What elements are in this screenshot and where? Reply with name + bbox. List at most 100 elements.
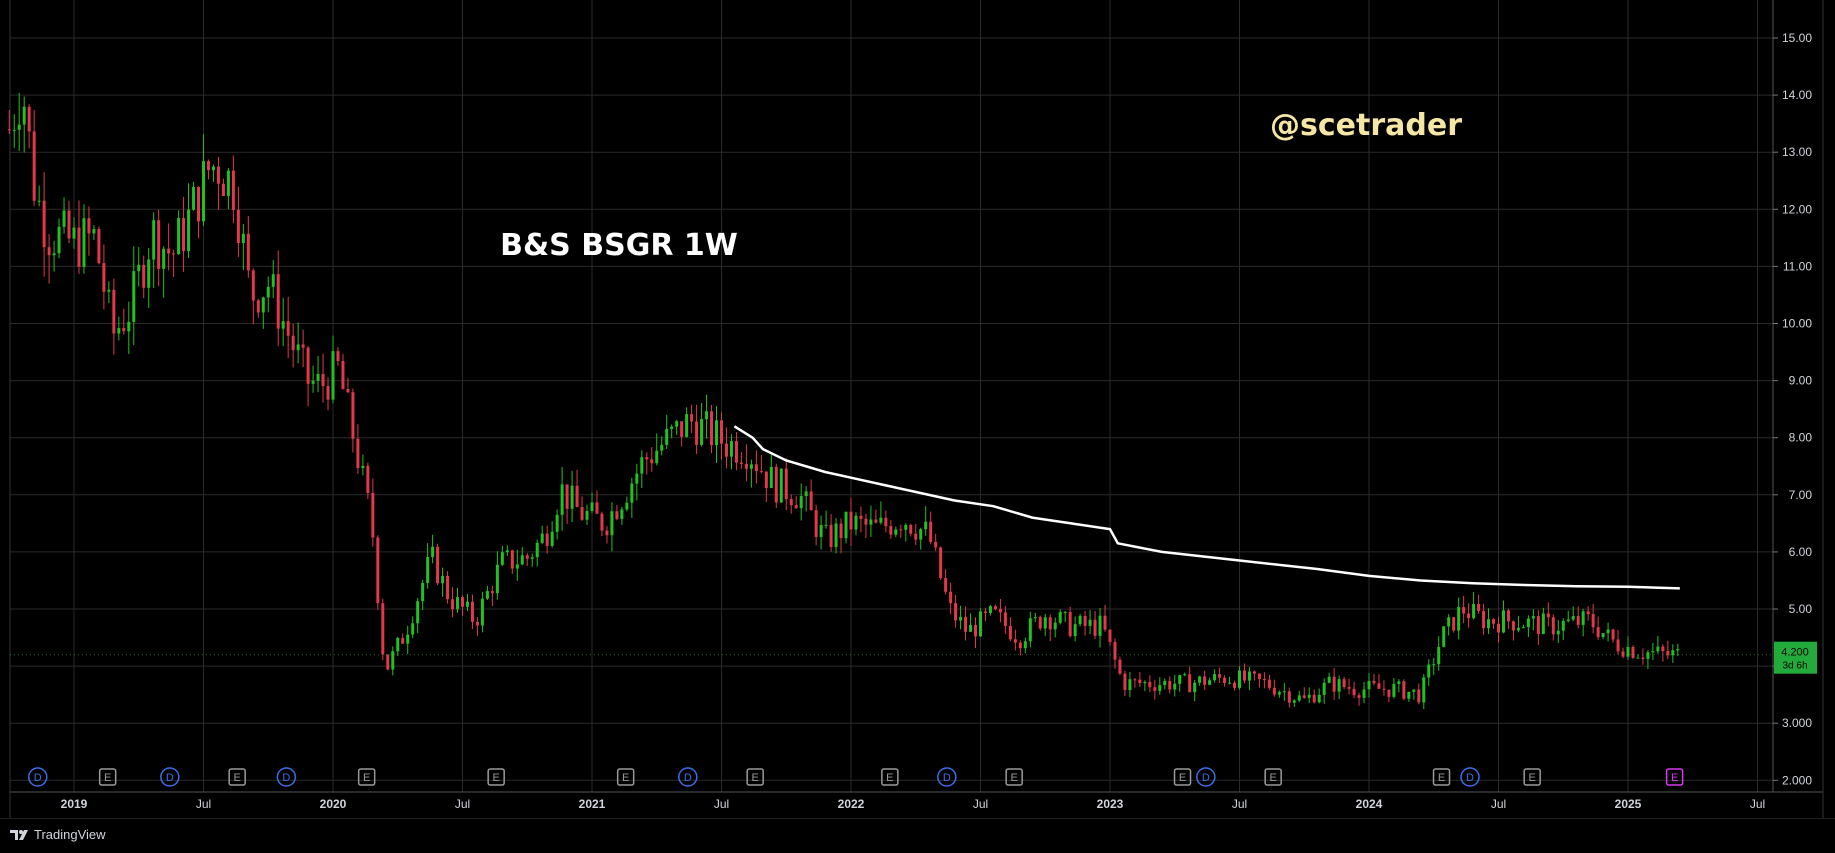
- candle-body: [336, 351, 340, 362]
- candle-body: [1297, 695, 1301, 701]
- price-tick-label: 15.00: [1782, 31, 1812, 45]
- candle-body: [1277, 692, 1281, 695]
- candle-body: [690, 414, 694, 422]
- candle-body: [1193, 682, 1197, 693]
- candle-body: [426, 557, 430, 583]
- candle-body: [1143, 681, 1147, 684]
- candle-body: [1188, 674, 1192, 693]
- candle-body: [182, 218, 186, 252]
- candle-body: [167, 248, 171, 254]
- candle-body: [655, 450, 659, 464]
- candle-body: [331, 351, 335, 400]
- earnings-marker-label: E: [104, 772, 111, 784]
- candle-body: [416, 601, 420, 624]
- candle-body: [894, 529, 898, 535]
- candle-body: [386, 654, 390, 670]
- candle-body: [769, 467, 773, 489]
- candle-body: [1262, 679, 1266, 681]
- candle-body: [421, 582, 425, 602]
- price-tick-label: 9.00: [1789, 374, 1813, 388]
- candle-body: [1068, 611, 1072, 637]
- candle-body: [844, 511, 848, 539]
- candle-body: [381, 603, 385, 655]
- candle-body: [1482, 610, 1486, 629]
- time-tick-label: 2025: [1615, 797, 1642, 811]
- candle-body: [495, 564, 499, 594]
- candle-body: [789, 499, 793, 506]
- time-tick-label: 2021: [579, 797, 606, 811]
- candle-body: [804, 491, 808, 497]
- candle-body: [1641, 657, 1645, 659]
- candle-body: [1556, 630, 1560, 635]
- candle-body: [47, 247, 51, 256]
- candle-body: [1671, 650, 1675, 656]
- candle-body: [1218, 674, 1222, 678]
- candle-body: [1337, 679, 1341, 692]
- candle-body: [1596, 627, 1600, 638]
- candle-body: [1566, 619, 1570, 622]
- candle-body: [132, 271, 136, 322]
- candle-body: [1656, 646, 1660, 652]
- candle-body: [246, 233, 250, 271]
- candle-body: [142, 264, 146, 288]
- earnings-marker-label: E: [622, 772, 629, 784]
- candle-body: [1636, 657, 1640, 659]
- price-tick-label: 8.00: [1789, 431, 1813, 445]
- candle-body: [1093, 619, 1097, 636]
- candle-body: [356, 438, 360, 468]
- candle-body: [685, 414, 689, 437]
- candle-body: [62, 210, 66, 227]
- candle-body: [17, 124, 21, 130]
- candle-body: [1003, 612, 1007, 626]
- candle-body: [391, 651, 395, 670]
- earnings-marker-label: E: [1528, 772, 1535, 784]
- candle-body: [411, 623, 415, 635]
- price-chart[interactable]: 15.00 14.00 13.00 12.00 11.00 10.00 9.00 8.00 7.…: [0, 0, 1835, 818]
- candle-body: [1023, 641, 1027, 649]
- candle-body: [1352, 688, 1356, 696]
- candle-body: [1228, 682, 1232, 684]
- candle-body: [197, 187, 201, 222]
- candle-body: [520, 555, 524, 565]
- candle-body: [710, 411, 714, 446]
- candle-body: [1317, 694, 1321, 703]
- candle-body: [351, 392, 355, 439]
- dividend-marker-label: D: [34, 772, 42, 784]
- candle-body: [1083, 615, 1087, 626]
- candle-body: [1173, 683, 1177, 690]
- candle-body: [889, 526, 893, 535]
- tradingview-brand[interactable]: TradingView: [10, 827, 106, 842]
- candle-body: [670, 426, 674, 429]
- candle-body: [874, 519, 878, 523]
- candle-body: [7, 129, 11, 131]
- candle-body: [1153, 687, 1157, 691]
- author-watermark: @scetrader: [1270, 108, 1462, 143]
- candle-body: [759, 471, 763, 473]
- candle-body: [675, 421, 679, 427]
- price-tick-label: 2.000: [1782, 773, 1812, 787]
- time-tick-label: Jul: [1491, 797, 1506, 811]
- candle-body: [281, 321, 285, 329]
- candle-body: [700, 419, 704, 445]
- candle-body: [929, 521, 933, 542]
- candle-body: [1247, 671, 1251, 681]
- candle-body: [859, 515, 863, 519]
- candle-body: [1606, 629, 1610, 634]
- candle-body: [42, 200, 46, 248]
- candle-body: [306, 347, 310, 384]
- candle-body: [983, 611, 987, 613]
- candle-body: [1178, 675, 1182, 684]
- candle-body: [794, 505, 798, 509]
- candle-body: [107, 289, 111, 292]
- candle-body: [1357, 695, 1361, 698]
- candle-body: [1372, 680, 1376, 684]
- candle-body: [1531, 616, 1535, 619]
- candle-body: [814, 510, 818, 537]
- candle-body: [147, 259, 151, 288]
- candle-body: [998, 608, 1002, 613]
- candle-body: [660, 444, 664, 451]
- candle-body: [1168, 680, 1172, 690]
- candle-body: [157, 220, 161, 269]
- candle-body: [1601, 633, 1605, 638]
- candle-body: [137, 264, 141, 272]
